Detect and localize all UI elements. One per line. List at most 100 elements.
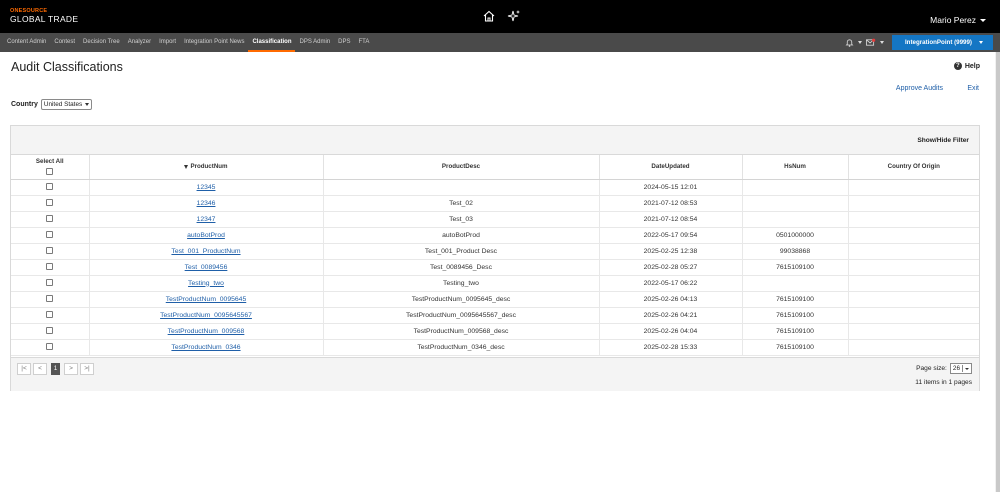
filter-icon[interactable] bbox=[184, 164, 189, 169]
row-checkbox[interactable] bbox=[46, 183, 54, 191]
environment-label: IntegrationPoint (9999) bbox=[904, 39, 972, 46]
table-row[interactable]: TestProductNum_0095645 TestProductNum_009… bbox=[11, 291, 979, 308]
row-checkbox[interactable] bbox=[46, 215, 54, 223]
chevron-down-icon[interactable] bbox=[879, 41, 884, 44]
table-row[interactable]: TestProductNum_0095645567 TestProductNum_… bbox=[11, 307, 979, 324]
tab-fta[interactable]: FTA bbox=[355, 33, 374, 52]
next-page-button[interactable]: > bbox=[64, 363, 78, 375]
table-row[interactable]: Test_001_ProductNum Test_001_Product Desc… bbox=[11, 243, 979, 260]
tab-classification[interactable]: Classification bbox=[248, 33, 296, 52]
row-select-cell bbox=[11, 179, 90, 196]
tab-dps-admin[interactable]: DPS Admin bbox=[295, 33, 334, 52]
column-header-country-of-origin[interactable]: Country Of Origin bbox=[848, 155, 979, 180]
chevron-down-icon[interactable] bbox=[857, 41, 862, 44]
page-size-control: Page size: 26 bbox=[916, 363, 972, 374]
product-link[interactable]: 12346 bbox=[197, 200, 216, 207]
country-of-origin-cell bbox=[848, 179, 979, 196]
country-of-origin-cell bbox=[848, 227, 979, 244]
select-all-checkbox[interactable] bbox=[46, 168, 54, 176]
country-of-origin-cell bbox=[848, 195, 979, 212]
environment-button[interactable]: IntegrationPoint (9999) bbox=[891, 35, 993, 50]
column-header-productdesc[interactable]: ProductDesc bbox=[323, 155, 600, 180]
table-row[interactable]: 12346 Test_02 2021-07-12 08:53 bbox=[11, 195, 979, 212]
first-page-button[interactable]: |< bbox=[17, 363, 31, 375]
user-menu[interactable]: Mario Perez bbox=[930, 15, 986, 25]
tab-contest[interactable]: Contest bbox=[50, 33, 79, 52]
table-row[interactable]: Test_0089456 Test_0089456_Desc 2025-02-28 … bbox=[11, 259, 979, 276]
country-of-origin-cell bbox=[848, 243, 979, 260]
date-updated-cell: 2025-02-26 04:04 bbox=[599, 323, 743, 340]
current-page-button[interactable]: 1 bbox=[51, 363, 60, 375]
row-checkbox[interactable] bbox=[46, 311, 54, 319]
mail-icon[interactable] bbox=[865, 38, 876, 47]
productnum-cell: Testing_two bbox=[89, 275, 324, 292]
row-checkbox[interactable] bbox=[46, 247, 54, 255]
table-row[interactable]: TestProductNum_009568 TestProductNum_0095… bbox=[11, 323, 979, 340]
product-link[interactable]: TestProductNum_009568 bbox=[168, 328, 245, 335]
row-checkbox[interactable] bbox=[46, 343, 54, 351]
product-link[interactable]: 12347 bbox=[197, 216, 216, 223]
row-select-cell bbox=[11, 291, 90, 308]
product-link[interactable]: TestProductNum_0095645 bbox=[166, 296, 246, 303]
exit-link[interactable]: Exit bbox=[967, 85, 979, 92]
date-updated-cell: 2021-07-12 08:53 bbox=[599, 195, 743, 212]
tab-integration-point-news[interactable]: Integration Point News bbox=[180, 33, 248, 52]
column-header-hsnum[interactable]: HsNum bbox=[742, 155, 849, 180]
last-page-button[interactable]: >| bbox=[80, 363, 94, 375]
product-link[interactable]: TestProductNum_0095645567 bbox=[160, 312, 252, 319]
tab-import[interactable]: Import bbox=[155, 33, 180, 52]
product-link[interactable]: Test_0089456 bbox=[185, 264, 228, 271]
audit-table: Select All ProductNum ProductDesc DateUp… bbox=[11, 155, 979, 356]
question-icon: ? bbox=[953, 62, 962, 70]
table-row[interactable]: 12347 Test_03 2021-07-12 08:54 bbox=[11, 211, 979, 228]
hs-num-cell bbox=[742, 195, 849, 212]
column-header-productnum[interactable]: ProductNum bbox=[89, 155, 324, 180]
row-select-cell bbox=[11, 211, 90, 228]
product-link[interactable]: Test_001_ProductNum bbox=[171, 248, 240, 255]
product-link[interactable]: TestProductNum_0346 bbox=[171, 344, 240, 351]
tab-analyzer[interactable]: Analyzer bbox=[124, 33, 155, 52]
tab-dps[interactable]: DPS bbox=[334, 33, 354, 52]
row-checkbox[interactable] bbox=[46, 295, 54, 303]
product-link[interactable]: 12345 bbox=[197, 184, 216, 191]
country-of-origin-cell bbox=[848, 307, 979, 324]
show-hide-filter-button[interactable]: Show/Hide Filter bbox=[917, 137, 969, 144]
product-link[interactable]: Testing_two bbox=[188, 280, 224, 287]
scrollbar-thumb[interactable] bbox=[996, 52, 1000, 492]
row-checkbox[interactable] bbox=[46, 263, 54, 271]
productnum-cell: TestProductNum_009568 bbox=[89, 323, 324, 340]
bell-icon[interactable] bbox=[845, 38, 854, 47]
productnum-cell: 12346 bbox=[89, 195, 324, 212]
sparkle-icon[interactable] bbox=[507, 9, 521, 23]
column-header-dateupdated[interactable]: DateUpdated bbox=[599, 155, 743, 180]
row-checkbox[interactable] bbox=[46, 279, 54, 287]
row-select-cell bbox=[11, 275, 90, 292]
table-row[interactable]: TestProductNum_0346 TestProductNum_0346_d… bbox=[11, 339, 979, 356]
home-icon[interactable] bbox=[482, 9, 496, 23]
row-checkbox[interactable] bbox=[46, 327, 54, 335]
hs-num-cell: 99038868 bbox=[742, 243, 849, 260]
date-updated-cell: 2025-02-26 04:21 bbox=[599, 307, 743, 324]
row-checkbox[interactable] bbox=[46, 231, 54, 239]
product-link[interactable]: autoBotProd bbox=[187, 232, 225, 239]
chevron-down-icon bbox=[980, 18, 986, 22]
productnum-cell: TestProductNum_0095645 bbox=[89, 291, 324, 308]
help-link[interactable]: ? Help bbox=[953, 62, 980, 70]
table-row[interactable]: Testing_two Testing_two 2022-05-17 06:22 bbox=[11, 275, 979, 292]
brand-logo[interactable]: ONESOURCE GLOBAL TRADE bbox=[10, 8, 78, 24]
table-row[interactable]: autoBotProd autoBotProd 2022-05-17 09:54 05… bbox=[11, 227, 979, 244]
product-desc-cell: autoBotProd bbox=[323, 227, 600, 244]
table-row[interactable]: 12345 2024-05-15 12:01 bbox=[11, 179, 979, 196]
page-size-select[interactable]: 26 bbox=[949, 363, 972, 374]
country-of-origin-cell bbox=[848, 323, 979, 340]
top-bar: ONESOURCE GLOBAL TRADE Mario Perez bbox=[0, 0, 1000, 33]
hs-num-cell: 7615109100 bbox=[742, 323, 849, 340]
country-of-origin-cell bbox=[848, 291, 979, 308]
tab-content-admin[interactable]: Content Admin bbox=[3, 33, 50, 52]
country-select[interactable]: United States bbox=[40, 99, 93, 110]
tab-decision-tree[interactable]: Decision Tree bbox=[79, 33, 124, 52]
product-desc-cell: TestProductNum_0346_desc bbox=[323, 339, 600, 356]
row-checkbox[interactable] bbox=[46, 199, 54, 207]
prev-page-button[interactable]: < bbox=[33, 363, 47, 375]
approve-audits-link[interactable]: Approve Audits bbox=[896, 85, 943, 92]
